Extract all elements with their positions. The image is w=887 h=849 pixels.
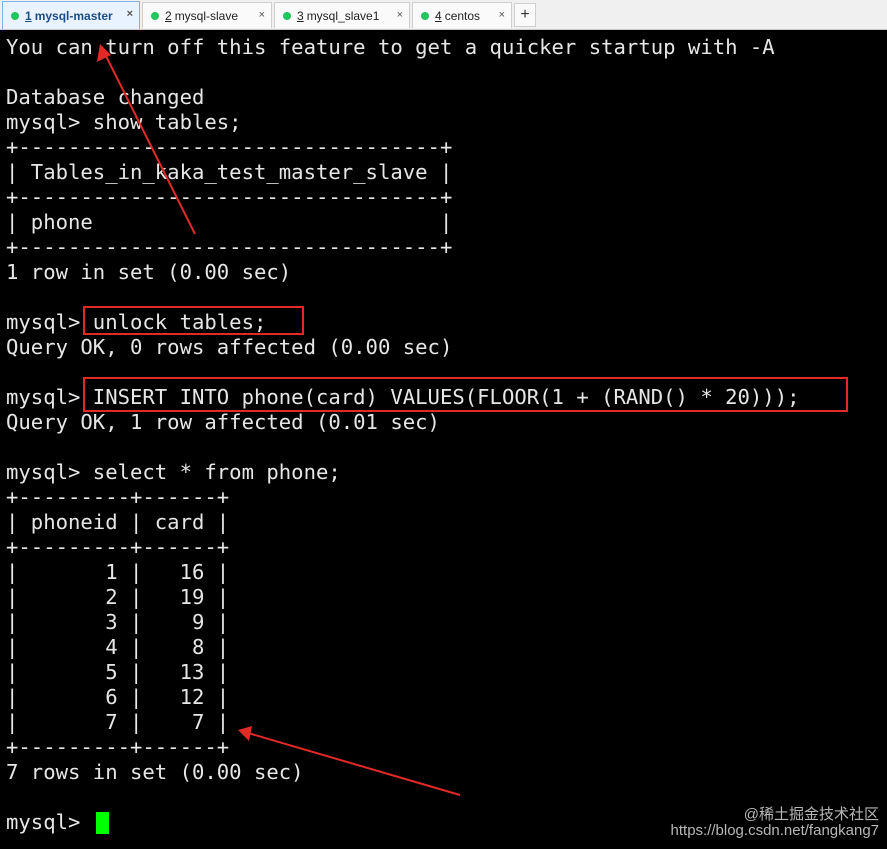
tab-mysql-slave1[interactable]: 3 mysql_slave1 × [274,2,410,28]
watermark-line-2: https://blog.csdn.net/fangkang7 [670,822,879,839]
terminal-line: You can turn off this feature to get a q… [6,35,775,59]
terminal-line: Query OK, 0 rows affected (0.00 sec) [6,335,453,359]
close-tab-icon[interactable]: × [127,8,133,20]
tab-mysql-slave[interactable]: 2 mysql-slave × [142,2,272,28]
terminal-line: | 2 | 19 | [6,585,230,609]
tab-label: mysql-slave [174,8,239,23]
terminal-line: Database changed [6,85,205,109]
tab-number: 3 [297,8,304,23]
terminal-line: +---------+------+ [6,735,230,759]
terminal-line: 7 rows in set (0.00 sec) [6,760,304,784]
add-tab-button[interactable]: + [514,3,536,27]
terminal-line: +---------+------+ [6,535,230,559]
terminal-line: +----------------------------------+ [6,235,453,259]
terminal-line: | 3 | 9 | [6,610,230,634]
tab-mysql-master[interactable]: 1 mysql-master × [2,1,140,29]
terminal-line: | Tables_in_kaka_test_master_slave | [6,160,453,184]
terminal-line: | 1 | 16 | [6,560,230,584]
connected-status-icon [421,11,429,20]
tab-number: 2 [165,8,172,23]
terminal-output[interactable]: You can turn off this feature to get a q… [0,30,887,849]
tab-bar: 1 mysql-master × 2 mysql-slave × 3 mysql… [0,0,887,30]
terminal-line: | 4 | 8 | [6,635,230,659]
close-tab-icon[interactable]: × [397,9,403,21]
terminal-cursor [96,812,109,834]
connected-status-icon [283,11,291,20]
terminal-line: +----------------------------------+ [6,185,453,209]
tab-label: mysql-master [34,8,113,23]
tab-label: mysql_slave1 [306,8,380,23]
highlight-box-insert [83,377,848,412]
terminal-line: | 7 | 7 | [6,710,230,734]
terminal-line: +----------------------------------+ [6,135,453,159]
terminal-line: mysql> select * from phone; [6,460,341,484]
connected-status-icon [11,11,19,20]
terminal-line: +---------+------+ [6,485,230,509]
close-tab-icon[interactable]: × [499,9,505,21]
terminal-line: Query OK, 1 row affected (0.01 sec) [6,410,440,434]
connected-status-icon [151,11,159,20]
close-tab-icon[interactable]: × [259,9,265,21]
tab-number: 1 [25,8,32,23]
watermark-line-1: @稀土掘金技术社区 [743,806,879,823]
tab-number: 4 [435,8,442,23]
terminal-line: | phone | [6,210,453,234]
terminal-line: | 6 | 12 | [6,685,230,709]
terminal-line: mysql> show tables; [6,110,242,134]
tab-centos[interactable]: 4 centos × [412,2,512,28]
terminal-line: | phoneid | card | [6,510,230,534]
terminal-line: mysql> [6,810,93,834]
highlight-box-unlock [83,306,304,335]
terminal-line: 1 row in set (0.00 sec) [6,260,292,284]
tab-label: centos [444,8,481,23]
terminal-line: | 5 | 13 | [6,660,230,684]
